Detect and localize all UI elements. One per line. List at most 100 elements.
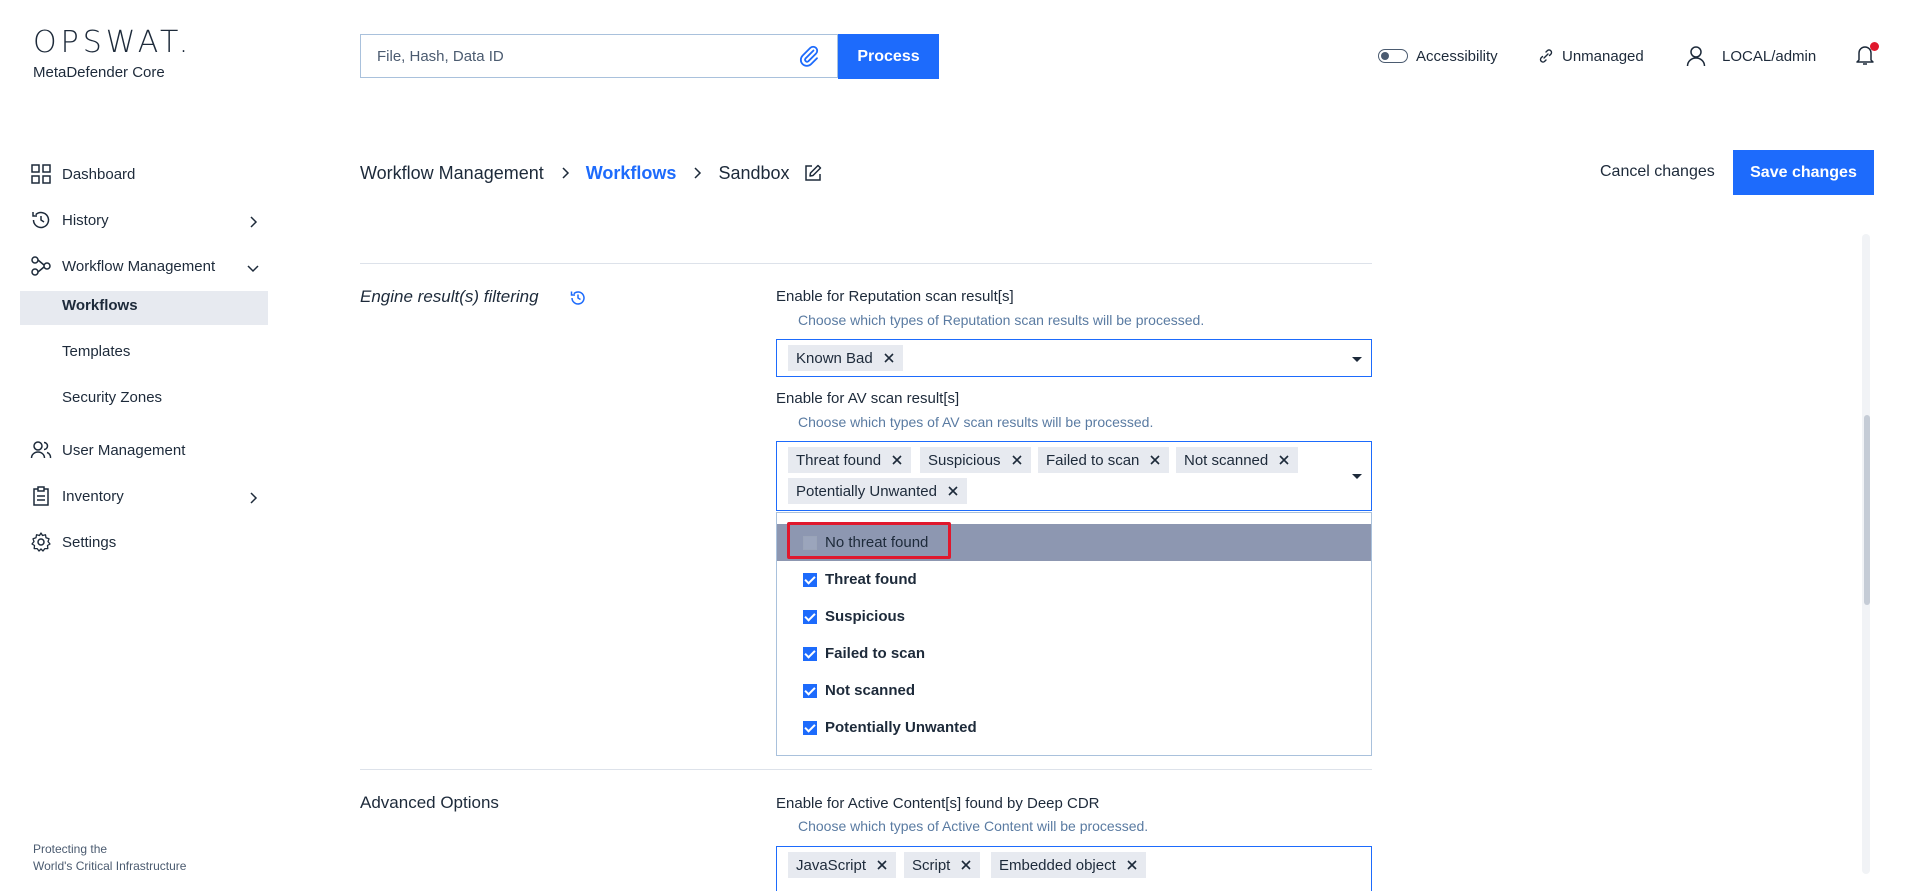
option-failed-to-scan[interactable]: Failed to scan <box>777 635 1371 672</box>
breadcrumb-workflow-management[interactable]: Workflow Management <box>360 163 544 184</box>
checkbox-checked[interactable] <box>803 609 817 624</box>
close-icon[interactable] <box>1126 859 1138 871</box>
caret-down-icon[interactable] <box>1352 474 1362 479</box>
search-input[interactable] <box>361 35 797 77</box>
paperclip-icon[interactable] <box>797 44 821 68</box>
close-icon[interactable] <box>876 859 888 871</box>
chevron-right-icon <box>558 166 572 180</box>
close-icon[interactable] <box>891 454 903 466</box>
tag-label: Failed to scan <box>1046 451 1140 469</box>
sidebar-item-label: Workflow Management <box>62 257 216 275</box>
search-box <box>360 34 838 78</box>
option-label: Failed to scan <box>825 645 926 662</box>
cdr-desc: Choose which types of Active Content wil… <box>798 818 1149 834</box>
tag-embedded-object: Embedded object <box>991 852 1146 878</box>
option-not-scanned[interactable]: Not scanned <box>777 672 1371 709</box>
option-label: Threat found <box>825 571 917 588</box>
cdr-multiselect[interactable]: JavaScript Script Embedded object <box>776 846 1372 891</box>
unmanaged-label: Unmanaged <box>1562 47 1644 65</box>
tag-label: Suspicious <box>928 451 1001 469</box>
option-threat-found[interactable]: Threat found <box>777 561 1371 598</box>
option-suspicious[interactable]: Suspicious <box>777 598 1371 635</box>
unmanaged-status[interactable]: Unmanaged <box>1538 44 1644 68</box>
inventory-icon <box>30 485 52 507</box>
section-divider <box>360 769 1372 770</box>
tag-script: Script <box>904 852 981 878</box>
breadcrumb-sandbox: Sandbox <box>718 162 790 183</box>
history-reset-icon[interactable] <box>569 289 587 307</box>
footer-tagline: Protecting the World's Critical Infrastr… <box>33 841 186 875</box>
tag-label: Threat found <box>796 451 882 469</box>
tag-suspicious: Suspicious <box>920 447 1031 473</box>
reputation-title: Enable for Reputation scan result[s] <box>776 288 1014 305</box>
edit-icon[interactable] <box>804 164 822 182</box>
tag-label: Known Bad <box>796 349 873 367</box>
footer-line: World's Critical Infrastructure <box>33 859 187 873</box>
scrollbar-thumb[interactable] <box>1864 415 1870 605</box>
close-icon[interactable] <box>947 485 959 497</box>
close-icon[interactable] <box>960 859 972 871</box>
tag-failed-to-scan: Failed to scan <box>1038 447 1170 473</box>
opswat-logo[interactable]: OPSWAT. MetaDefender Core <box>33 25 193 82</box>
sidebar-item-label: User Management <box>62 441 186 459</box>
sidebar-subitem-security-zones[interactable]: Security Zones <box>62 388 162 408</box>
unlink-icon <box>1538 48 1554 64</box>
checkbox-checked[interactable] <box>803 720 817 735</box>
breadcrumb-workflows[interactable]: Workflows <box>586 163 677 184</box>
accessibility-toggle[interactable]: Accessibility <box>1378 44 1498 68</box>
close-icon[interactable] <box>1011 454 1023 466</box>
sidebar-subitem-templates[interactable]: Templates <box>62 342 130 362</box>
checkbox-checked[interactable] <box>803 683 817 698</box>
product-name: MetaDefender Core <box>33 64 165 81</box>
sidebar-item-label: Inventory <box>62 487 124 505</box>
save-changes-button[interactable]: Save changes <box>1733 150 1874 195</box>
caret-down-icon[interactable] <box>1352 357 1362 362</box>
chevron-right-icon[interactable] <box>245 214 261 230</box>
tag-label: Embedded object <box>999 856 1116 874</box>
sidebar-item-history[interactable]: History <box>30 206 109 234</box>
users-icon <box>30 439 52 461</box>
section-divider <box>360 263 1372 264</box>
checkbox-checked[interactable] <box>803 572 817 587</box>
dashboard-icon <box>30 163 52 185</box>
close-icon[interactable] <box>1149 454 1161 466</box>
option-potentially-unwanted[interactable]: Potentially Unwanted <box>777 709 1371 746</box>
av-multiselect[interactable]: Threat found Suspicious Failed to scan N… <box>776 441 1372 511</box>
notifications-button[interactable] <box>1855 42 1879 66</box>
tag-label: JavaScript <box>796 856 867 874</box>
chevron-down-icon[interactable] <box>245 260 261 276</box>
sidebar-item-label: Dashboard <box>62 165 136 183</box>
breadcrumb: Workflow Management Workflows Sandbox <box>360 160 822 186</box>
sidebar-item-user-management[interactable]: User Management <box>30 436 185 464</box>
option-label: Suspicious <box>825 608 906 625</box>
chevron-right-icon[interactable] <box>245 490 261 506</box>
reputation-multiselect[interactable]: Known Bad <box>776 339 1372 377</box>
close-icon[interactable] <box>1278 454 1290 466</box>
tag-label: Not scanned <box>1184 451 1269 469</box>
cdr-title: Enable for Active Content[s] found by De… <box>776 795 1100 812</box>
close-icon[interactable] <box>883 352 895 364</box>
cancel-changes-button[interactable]: Cancel changes <box>1590 150 1725 194</box>
workflow-icon <box>30 255 52 277</box>
checkbox-checked[interactable] <box>803 646 817 661</box>
history-icon <box>30 209 52 231</box>
sidebar-item-settings[interactable]: Settings <box>30 528 116 556</box>
user-menu[interactable]: LOCAL/admin <box>1686 44 1816 68</box>
chevron-right-icon <box>690 166 704 180</box>
option-label: Potentially Unwanted <box>825 719 977 736</box>
notification-dot <box>1870 42 1879 51</box>
brand-name: OPSWAT. <box>33 25 193 60</box>
tag-javascript: JavaScript <box>788 852 897 878</box>
av-desc: Choose which types of AV scan results wi… <box>798 414 1154 430</box>
sidebar-item-inventory[interactable]: Inventory <box>30 482 124 510</box>
toggle-switch-icon[interactable] <box>1378 49 1408 63</box>
sidebar-item-dashboard[interactable]: Dashboard <box>30 160 135 188</box>
user-label: LOCAL/admin <box>1722 47 1817 65</box>
sidebar-item-workflow-management[interactable]: Workflow Management <box>30 252 215 280</box>
process-button[interactable]: Process <box>838 34 939 79</box>
reputation-desc: Choose which types of Reputation scan re… <box>798 312 1205 328</box>
sidebar-subitem-workflows[interactable]: Workflows <box>62 296 138 316</box>
sidebar-item-label: Settings <box>62 533 117 551</box>
annotation-highlight-box <box>787 522 951 559</box>
sidebar-item-label: History <box>62 211 109 229</box>
